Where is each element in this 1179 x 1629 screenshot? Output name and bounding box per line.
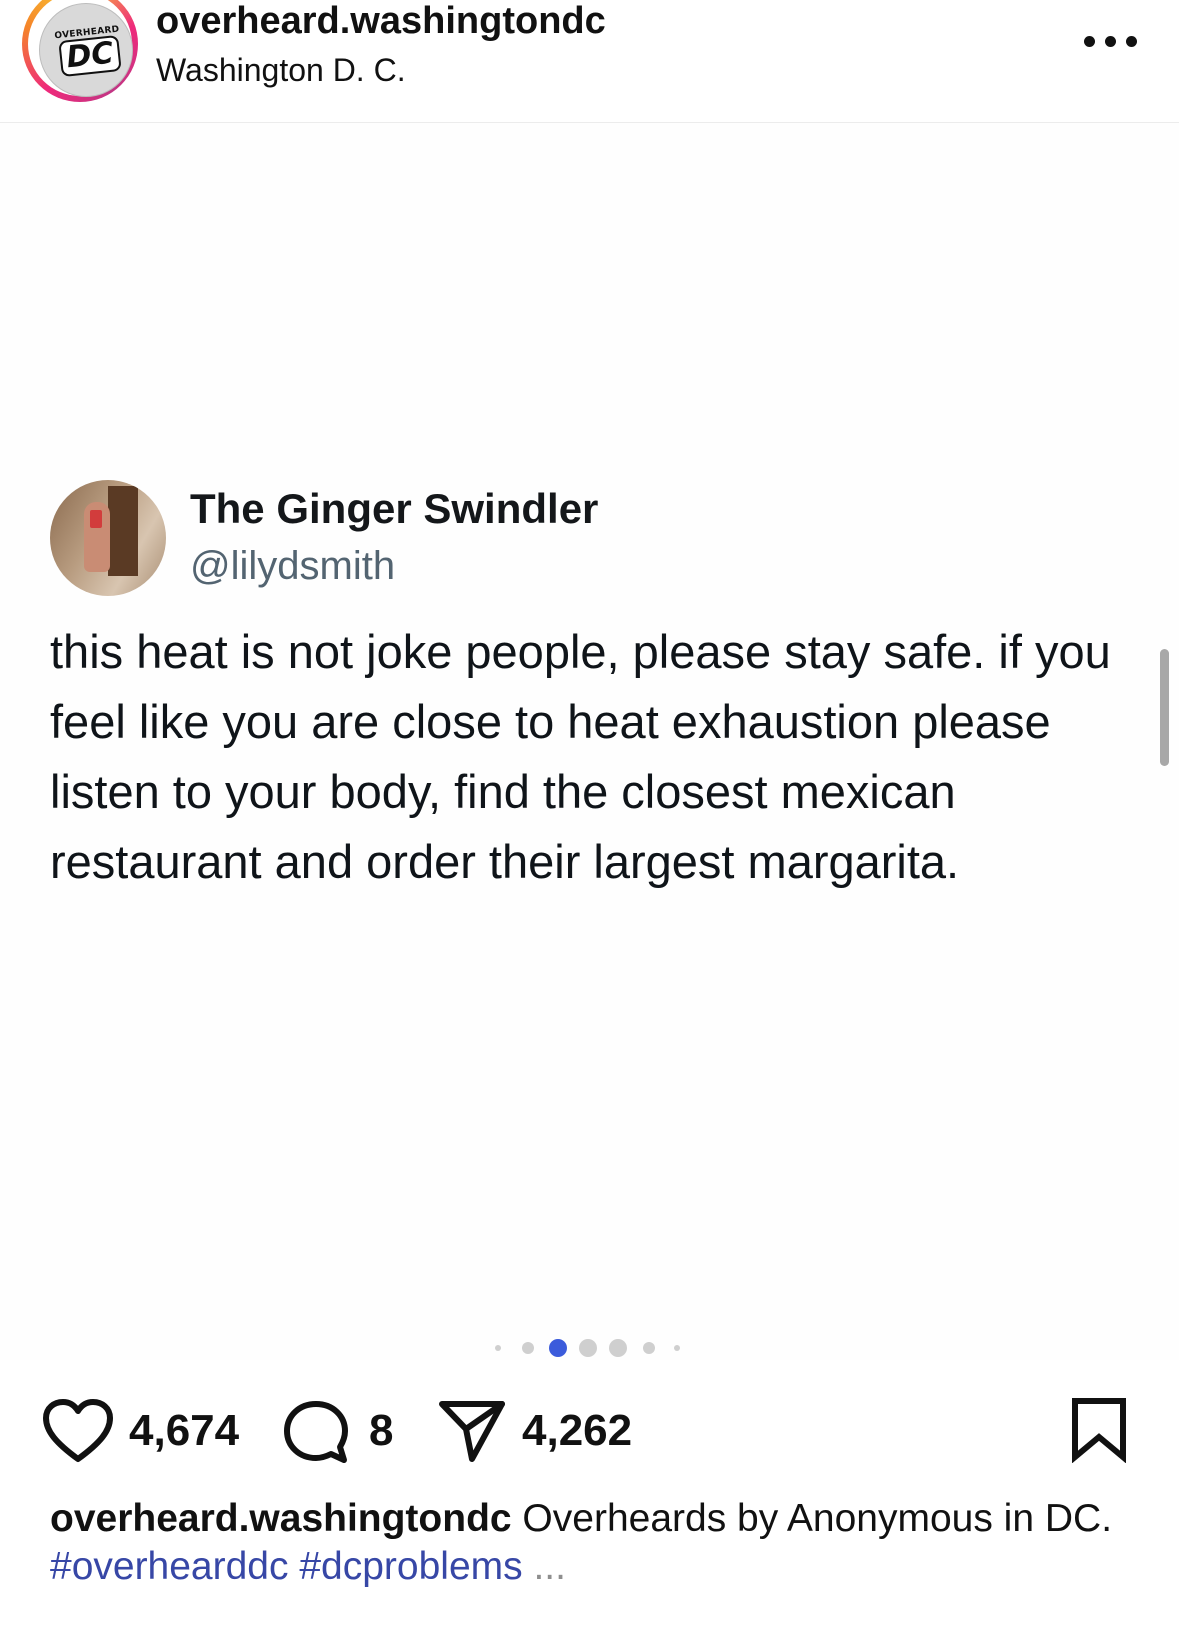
send-icon[interactable] <box>438 1399 506 1463</box>
tweet-display-name: The Ginger Swindler <box>190 485 599 532</box>
carousel-dot <box>522 1342 534 1354</box>
avatar-ring-gap: OVERHEARD DC <box>28 0 133 97</box>
post-caption: overheard.washingtondc Overheards by Ano… <box>50 1495 1150 1591</box>
location-link[interactable]: Washington D. C. <box>156 52 406 88</box>
share-count[interactable]: 4,262 <box>522 1406 632 1456</box>
caption-text: Overheards by Anonymous in DC. <box>511 1497 1113 1540</box>
account-avatar-story-ring[interactable]: OVERHEARD DC <box>22 0 138 102</box>
action-bar: 4,674 8 4,262 <box>0 1395 1179 1465</box>
heart-icon[interactable] <box>42 1399 114 1463</box>
comment-icon[interactable] <box>282 1399 350 1465</box>
tweet-text: this heat is not joke people, please sta… <box>50 625 1111 888</box>
carousel-dot <box>579 1339 597 1357</box>
comment-count[interactable]: 8 <box>369 1406 393 1456</box>
like-count[interactable]: 4,674 <box>129 1406 239 1456</box>
carousel-dot <box>609 1339 627 1357</box>
tweet-avatar <box>50 480 166 596</box>
post-header: OVERHEARD DC overheard.washingtondc Wash… <box>0 0 1179 123</box>
scrollbar[interactable] <box>1160 649 1169 766</box>
bookmark-icon[interactable] <box>1069 1397 1129 1463</box>
caption-username[interactable]: overheard.washingtondc <box>50 1497 512 1540</box>
hashtag-link[interactable]: #dcproblems <box>299 1545 522 1588</box>
avatar-phone <box>90 510 102 528</box>
logo-main-text: DC <box>58 34 122 78</box>
caption-more-button[interactable]: ... <box>533 1545 566 1588</box>
carousel-dot-active <box>549 1339 567 1357</box>
avatar-background-door <box>108 486 138 576</box>
tweet-handle: @lilydsmith <box>190 544 396 588</box>
post-image[interactable]: The Ginger Swindler @lilydsmith this hea… <box>0 123 1179 1360</box>
overheard-dc-logo: OVERHEARD DC <box>39 3 133 97</box>
more-horizontal-icon[interactable] <box>1084 36 1140 50</box>
carousel-dot <box>643 1342 655 1354</box>
account-name-link[interactable]: overheard.washingtondc <box>156 0 606 42</box>
carousel-dot <box>674 1345 680 1351</box>
carousel-dot <box>495 1345 501 1351</box>
carousel-dots <box>0 1337 1179 1359</box>
hashtag-link[interactable]: #overhearddc <box>50 1545 289 1588</box>
